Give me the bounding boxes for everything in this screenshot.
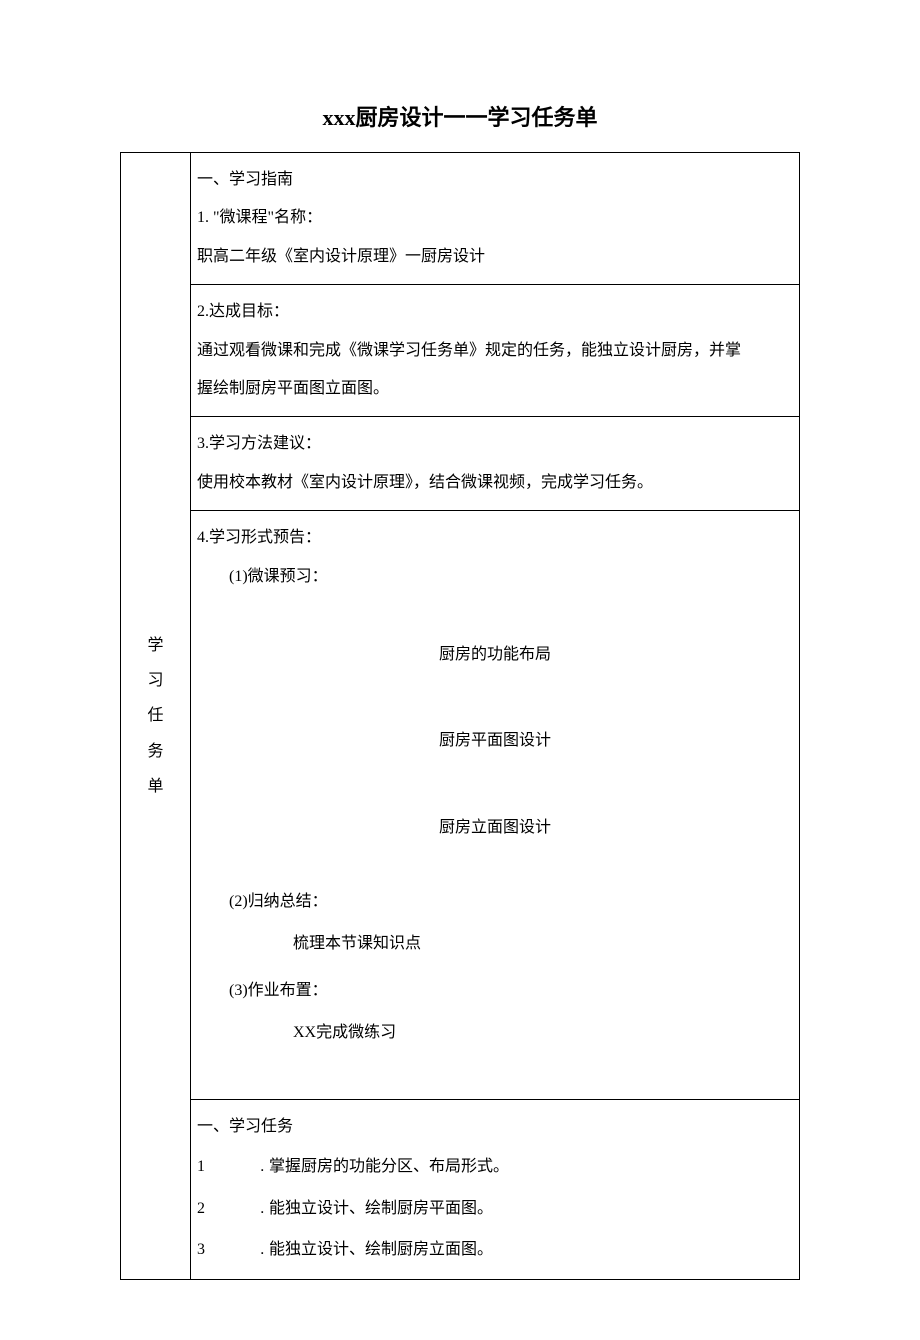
method-body: 使用校本教材《室内设计原理》，结合微课视频，完成学习任务。 — [197, 464, 793, 502]
left-char: 习 — [125, 663, 186, 698]
task-dot: . — [213, 1146, 269, 1188]
guide-section-1: 一、学习指南 1. "微课程"名称： 职高二年级《室内设计原理》一厨房设计 — [191, 153, 799, 285]
tasks-section: 一、学习任务 1 . 掌握厨房的功能分区、布局形式。 2 . 能独立设计、绘制厨… — [191, 1100, 799, 1279]
task-num: 3 — [197, 1229, 213, 1271]
tasks-heading: 一、学习任务 — [197, 1108, 793, 1146]
homework-body: XX完成微练习 — [197, 1014, 793, 1052]
task-dot: . — [213, 1188, 269, 1230]
course-name-label: 1. "微课程"名称： — [197, 199, 793, 237]
homework-label: (3)作业布置： — [197, 972, 793, 1010]
task-row: 2 . 能独立设计、绘制厨房平面图。 — [197, 1188, 793, 1230]
task-num: 2 — [197, 1188, 213, 1230]
task-row: 1 . 掌握厨房的功能分区、布局形式。 — [197, 1146, 793, 1188]
guide-section-2: 2.达成目标： 通过观看微课和完成《微课学习任务单》规定的任务，能独立设计厨房，… — [191, 285, 799, 417]
goal-body-line2: 握绘制厨房平面图立面图。 — [197, 370, 793, 408]
task-list: 1 . 掌握厨房的功能分区、布局形式。 2 . 能独立设计、绘制厨房平面图。 3… — [197, 1146, 793, 1271]
guide-heading: 一、学习指南 — [197, 161, 793, 199]
course-name-body: 职高二年级《室内设计原理》一厨房设计 — [197, 238, 793, 276]
goal-body-line1: 通过观看微课和完成《微课学习任务单》规定的任务，能独立设计厨房，并掌 — [197, 332, 793, 370]
task-dot: . — [213, 1229, 269, 1271]
preview-topic-b: 厨房平面图设计 — [197, 722, 793, 760]
left-char: 务 — [125, 734, 186, 769]
page-title: xxx厨房设计一一学习任务单 — [120, 100, 800, 132]
preview-topic-c: 厨房立面图设计 — [197, 809, 793, 847]
left-char: 单 — [125, 769, 186, 804]
preview-label: (1)微课预习： — [197, 558, 793, 596]
left-label-cell: 学 习 任 务 单 — [121, 153, 191, 1280]
left-char: 学 — [125, 628, 186, 663]
task-text: 能独立设计、绘制厨房平面图。 — [269, 1188, 793, 1230]
task-num: 1 — [197, 1146, 213, 1188]
content-cell: 一、学习指南 1. "微课程"名称： 职高二年级《室内设计原理》一厨房设计 2.… — [191, 153, 800, 1280]
preview-topic-a: 厨房的功能布局 — [197, 636, 793, 674]
goal-label: 2.达成目标： — [197, 293, 793, 331]
guide-section-3: 3.学习方法建议： 使用校本教材《室内设计原理》，结合微课视频，完成学习任务。 — [191, 417, 799, 511]
summary-label: (2)归纳总结： — [197, 883, 793, 921]
task-text: 掌握厨房的功能分区、布局形式。 — [269, 1146, 793, 1188]
method-label: 3.学习方法建议： — [197, 425, 793, 463]
left-char: 任 — [125, 698, 186, 733]
task-text: 能独立设计、绘制厨房立面图。 — [269, 1229, 793, 1271]
guide-section-4: 4.学习形式预告： (1)微课预习： 厨房的功能布局 厨房平面图设计 厨房立面图… — [191, 511, 799, 1100]
task-row: 3 . 能独立设计、绘制厨房立面图。 — [197, 1229, 793, 1271]
summary-body: 梳理本节课知识点 — [197, 925, 793, 963]
form-label: 4.学习形式预告： — [197, 519, 793, 557]
task-sheet-table: 学 习 任 务 单 一、学习指南 1. "微课程"名称： 职高二年级《室内设计原… — [120, 152, 800, 1280]
